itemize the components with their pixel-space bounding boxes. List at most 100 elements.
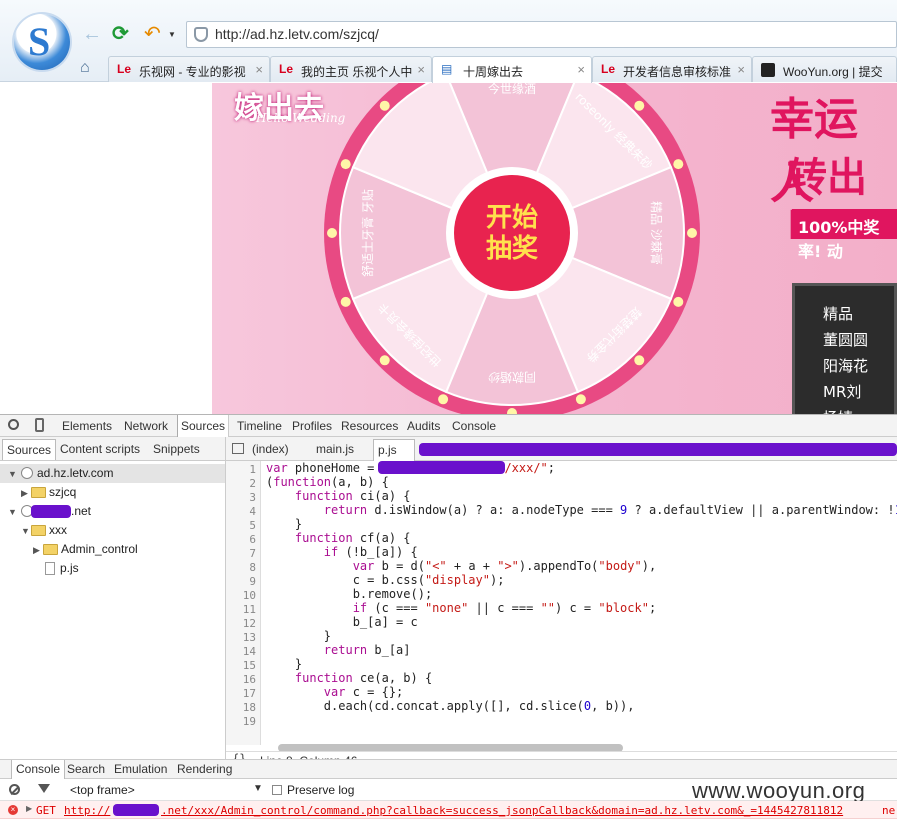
devtools-panel: Elements Network Sources Timeline Profil… [0, 414, 897, 822]
chevron-down-icon[interactable]: ▼ [168, 30, 176, 39]
close-icon[interactable]: × [577, 62, 585, 77]
wheel-segment-label: 舒适士牙膏 牙贴 [360, 189, 375, 277]
tab-snippets[interactable]: Snippets [153, 442, 200, 456]
line-number[interactable]: 1 [249, 463, 256, 477]
editor-tab-p-js[interactable]: p.js × [373, 439, 415, 471]
tree-file-pjs[interactable]: p.js [60, 561, 79, 575]
drawer-tab-rendering[interactable]: Rendering [177, 762, 232, 776]
start-button-line1[interactable]: 开始 [486, 203, 538, 233]
chevron-down-icon[interactable]: ▼ [253, 783, 263, 794]
tab-strip: Le 乐视网 - 专业的影视 × Le 我的主页 乐视个人中 × ▤ 十周嫁出去… [108, 56, 897, 83]
wheel-bulb [575, 394, 586, 405]
tree-expanded-icon[interactable]: ▼ [8, 507, 17, 517]
address-url[interactable]: http://ad.hz.letv.com/szjcq/ [215, 26, 379, 42]
redacted-host [31, 505, 71, 518]
editor-tabbar: (index) main.js p.js × [226, 437, 897, 471]
line-number[interactable]: 4 [249, 505, 256, 519]
line-number[interactable]: 2 [249, 477, 256, 491]
line-number[interactable]: 9 [249, 575, 256, 589]
folder-icon [43, 544, 58, 555]
line-number-gutter: 1 2 3 4 5 6 7 8 9 10 11 12 13 14 15 16 17 18 19 [226, 461, 261, 745]
inspect-search-icon[interactable] [8, 419, 19, 430]
tab-developer-standards[interactable]: Le 开发者信息审核标准 × [592, 56, 752, 82]
editor-tab-main-js[interactable]: main.js [316, 442, 354, 456]
tab-timeline[interactable]: Timeline [237, 419, 282, 433]
tab-active[interactable]: ▤ 十周嫁出去 × [432, 56, 592, 83]
code-area[interactable]: var phoneHome = " /xxx/"; (function(a, b… [266, 461, 897, 745]
clear-console-icon[interactable] [9, 784, 20, 795]
browser-logo-icon[interactable]: S [14, 14, 70, 70]
tree-expanded-icon[interactable]: ▼ [8, 469, 17, 479]
line-number[interactable]: 11 [243, 603, 256, 617]
line-number[interactable]: 17 [243, 687, 256, 701]
tree-host-letv[interactable]: ad.hz.letv.com [37, 466, 113, 480]
error-url[interactable]: .net/xxx/Admin_control/command.php?callb… [161, 804, 843, 817]
line-number[interactable]: 16 [243, 673, 256, 687]
redacted-url [378, 461, 505, 474]
tab-profiles[interactable]: Profiles [292, 419, 332, 433]
error-method: GET [36, 804, 56, 817]
winner-name: MR刘 [823, 383, 862, 401]
address-bar[interactable]: http://ad.hz.letv.com/szjcq/ [186, 21, 897, 48]
tree-folder-admin-control[interactable]: Admin_control [61, 542, 138, 556]
back-arrow-icon[interactable]: ← [82, 24, 102, 44]
line-number[interactable]: 10 [243, 589, 256, 603]
filter-icon[interactable] [38, 784, 50, 793]
tab-sources[interactable]: Sources [177, 415, 230, 437]
line-number[interactable]: 14 [243, 645, 256, 659]
editor-tab-label: p.js [378, 443, 397, 457]
toggle-navigator-icon[interactable] [232, 443, 244, 454]
frame-selector[interactable]: <top frame> [70, 783, 135, 797]
close-icon[interactable]: × [255, 62, 263, 77]
error-url-prefix[interactable]: http:// [64, 804, 110, 817]
drawer-tab-console[interactable]: Console [11, 760, 66, 780]
tab-audits[interactable]: Audits [407, 419, 440, 433]
start-button-line2[interactable]: 抽奖 [486, 233, 539, 264]
home-icon[interactable]: ⌂ [80, 59, 98, 76]
tab-network[interactable]: Network [124, 419, 168, 433]
refresh-icon[interactable]: ⟳ [112, 24, 129, 44]
tree-host-net[interactable]: .net [71, 504, 91, 518]
line-number[interactable]: 8 [249, 561, 256, 575]
line-number[interactable]: 7 [249, 547, 256, 561]
page-viewport: 嫁出去 Hello Wedding 今世缘酒 roseonly 经典朱砂 精品 沙棘… [0, 83, 897, 414]
line-number[interactable]: 12 [243, 617, 256, 631]
wooyun-icon [761, 63, 775, 77]
editor-tab-index[interactable]: (index) [252, 442, 289, 456]
drawer-tab-emulation[interactable]: Emulation [114, 762, 167, 776]
tree-folder-szjcq[interactable]: szjcq [49, 485, 76, 499]
tab-my-homepage[interactable]: Le 我的主页 乐视个人中 × [270, 56, 432, 82]
line-number[interactable]: 19 [243, 715, 256, 729]
line-number[interactable]: 3 [249, 491, 256, 505]
prize-wheel[interactable]: 今世缘酒roseonly 经典朱砂精品 沙棘膏楚楚街代金券同款婚纱世纪佳缘会员卡… [322, 83, 702, 414]
tree-expanded-icon[interactable]: ▼ [21, 526, 30, 536]
tab-console[interactable]: Console [452, 419, 496, 433]
line-number[interactable]: 6 [249, 533, 256, 547]
line-number[interactable]: 15 [243, 659, 256, 673]
line-number[interactable]: 5 [249, 519, 256, 533]
expand-arrow-icon[interactable]: ▶ [26, 804, 32, 813]
start-lottery-button[interactable] [454, 175, 570, 291]
lottery-banner: 嫁出去 Hello Wedding 今世缘酒 roseonly 经典朱砂 精品 沙棘… [212, 83, 897, 414]
source-editor: (index) main.js p.js × 12345678910111213… [226, 437, 897, 768]
preserve-log-checkbox[interactable] [272, 785, 282, 795]
line-number[interactable]: 18 [243, 701, 256, 715]
tree-folder-xxx[interactable]: xxx [49, 523, 67, 537]
tree-collapsed-icon[interactable]: ▶ [33, 545, 40, 556]
close-icon[interactable]: × [417, 62, 425, 77]
tab-elements[interactable]: Elements [62, 419, 112, 433]
wheel-bulb [634, 355, 645, 366]
drawer-tab-search[interactable]: Search [67, 762, 105, 776]
undo-close-tab-icon[interactable]: ↶ [144, 24, 161, 44]
tab-sources-nav[interactable]: Sources [2, 439, 57, 460]
close-icon[interactable]: × [737, 62, 745, 77]
line-number[interactable]: 13 [243, 631, 256, 645]
tab-resources[interactable]: Resources [341, 419, 398, 433]
wheel-bulb [673, 296, 684, 307]
device-mode-icon[interactable] [35, 418, 44, 432]
tab-content-scripts[interactable]: Content scripts [60, 442, 140, 456]
tab-label: 开发者信息审核标准 [623, 65, 732, 79]
tree-collapsed-icon[interactable]: ▶ [21, 488, 28, 499]
tab-wooyun[interactable]: WooYun.org | 提交 [752, 56, 897, 82]
tab-letv-home[interactable]: Le 乐视网 - 专业的影视 × [108, 56, 270, 82]
